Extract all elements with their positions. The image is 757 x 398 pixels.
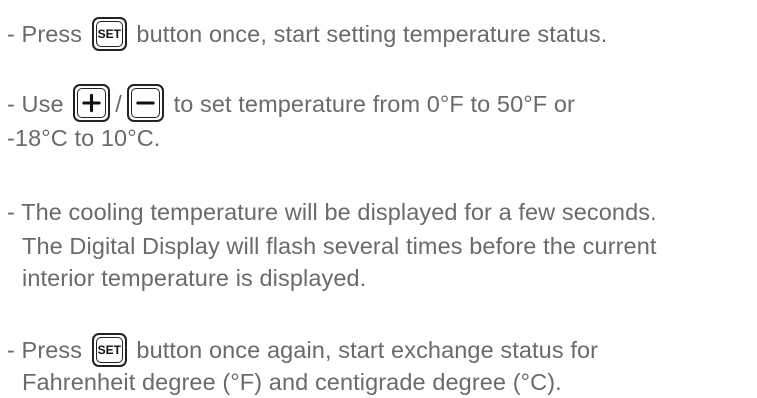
step-cooling-display: - The cooling temperature will be displa… <box>7 199 657 225</box>
separator: / <box>115 91 122 118</box>
step-text-continued: -18°C to 10°C. <box>7 125 161 151</box>
set-button-icon: SET <box>91 16 127 51</box>
plus-icon <box>73 84 111 122</box>
step-press-set: - Press SET button once, start setting t… <box>7 16 608 51</box>
step-use-plus-minus: - Use / to set temperature from 0°F to 5… <box>7 84 575 122</box>
minus-icon <box>126 84 164 122</box>
step-press-set-again: - Press SET button once again, start exc… <box>7 332 599 367</box>
step-text-continued: Fahrenheit degree (°F) and centigrade de… <box>22 369 562 395</box>
step-text-continued: interior temperature is displayed. <box>22 265 367 291</box>
step-prefix: - Press <box>7 21 83 47</box>
step-text: button once again, start exchange status… <box>136 337 599 363</box>
step-text-continued: The Digital Display will flash several t… <box>22 233 657 259</box>
step-prefix: - Use <box>7 91 64 118</box>
step-text: to set temperature from 0°F to 50°F or <box>173 91 575 118</box>
step-prefix: - Press <box>7 337 83 363</box>
step-text: button once, start setting temperature s… <box>136 21 608 47</box>
set-button-icon: SET <box>91 332 127 367</box>
